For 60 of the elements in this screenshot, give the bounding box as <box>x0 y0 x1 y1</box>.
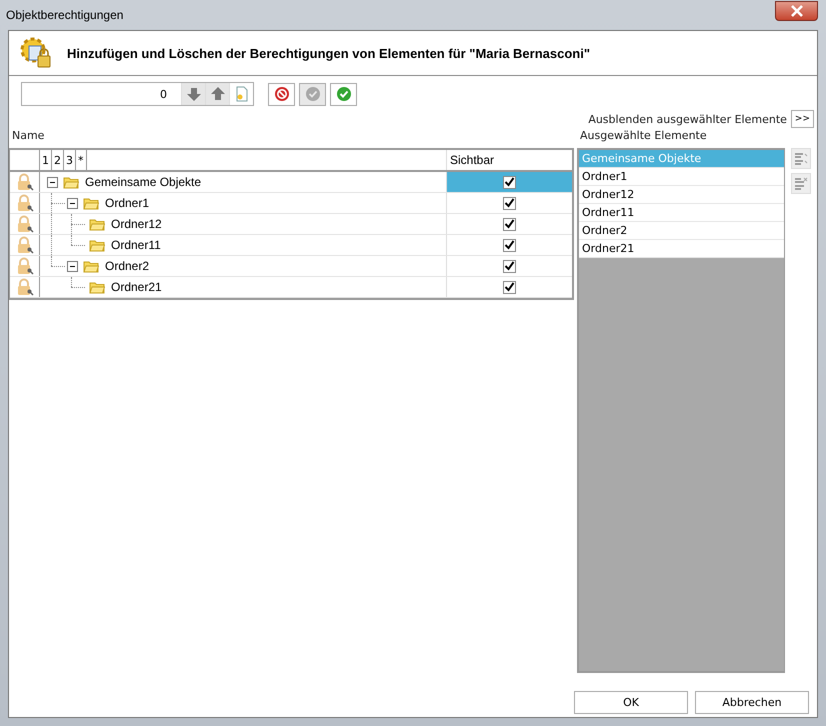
folder-icon <box>83 260 99 272</box>
folder-icon <box>63 176 79 188</box>
table-cell[interactable] <box>447 172 572 192</box>
tree-item[interactable]: Ordner1 <box>105 196 150 210</box>
number-field[interactable]: 0 <box>21 82 254 106</box>
folder-icon <box>89 280 105 294</box>
collapse-toggle[interactable] <box>67 260 78 272</box>
folder-icon <box>89 238 105 252</box>
visible-checkbox[interactable] <box>503 260 516 272</box>
lock-key-icon <box>16 278 34 296</box>
lock-key-icon <box>16 194 34 212</box>
folder-icon <box>83 196 99 210</box>
visible-checkbox[interactable] <box>503 218 516 230</box>
tree-item[interactable]: Gemeinsame Objekte <box>85 175 202 189</box>
visible-checkbox[interactable] <box>503 280 516 294</box>
close-icon <box>790 5 804 17</box>
lock-key-icon <box>16 173 34 191</box>
prohibited-icon <box>274 86 290 102</box>
deny-button[interactable] <box>268 82 295 106</box>
neutral-button[interactable] <box>299 82 326 106</box>
hide-selected-label: Ausblenden ausgewählter Elemente <box>588 112 787 126</box>
visible-checkbox[interactable] <box>503 176 516 188</box>
level-button[interactable]: 2 <box>52 150 64 170</box>
dialog-button[interactable]: OK <box>574 691 688 714</box>
list-item[interactable]: Ordner12 <box>579 186 784 204</box>
folder-icon <box>89 218 105 230</box>
lines-remove-icon <box>794 176 808 190</box>
column-header: Sichtbar <box>449 153 494 167</box>
close-button[interactable] <box>775 1 818 21</box>
check-circle-icon <box>336 86 352 102</box>
lock-key-icon <box>16 236 34 254</box>
list-item[interactable]: Ordner2 <box>579 222 784 240</box>
allow-button[interactable] <box>330 82 357 106</box>
list-item[interactable]: Ordner1 <box>579 168 784 186</box>
tree-item[interactable]: Ordner21 <box>111 280 162 294</box>
list-item[interactable]: Ordner21 <box>579 240 784 258</box>
move-lines-button[interactable] <box>791 148 811 169</box>
visible-checkbox[interactable] <box>503 196 516 210</box>
visible-checkbox[interactable] <box>503 238 516 252</box>
hide-selected-button[interactable]: >> <box>790 110 814 128</box>
check-circle-icon <box>304 86 320 102</box>
list-item[interactable]: Ordner11 <box>579 204 784 222</box>
lock-key-icon <box>16 215 34 233</box>
tree-item[interactable]: Ordner2 <box>105 259 150 273</box>
tree-item[interactable]: Ordner12 <box>111 217 162 231</box>
level-button[interactable]: 1 <box>40 150 52 170</box>
tree-label: Name <box>11 129 46 142</box>
lock-key-icon <box>16 257 34 275</box>
tree-item[interactable]: Ordner11 <box>111 238 161 252</box>
header-title: Hinzufügen und Löschen der Berechtigungen von Elementen für "Maria Bernasconi" <box>67 46 590 60</box>
level-button[interactable]: 3 <box>64 150 76 170</box>
remove-lines-button[interactable] <box>791 173 811 194</box>
window-title: Objektberechtigungen <box>6 8 124 22</box>
collapse-toggle[interactable] <box>67 198 78 208</box>
lines-icon <box>794 152 808 166</box>
selected-list-label: Ausgewählte Elemente <box>579 129 708 142</box>
level-button[interactable]: * <box>76 150 86 170</box>
gear-lock-icon <box>19 36 53 70</box>
collapse-toggle[interactable] <box>47 176 58 188</box>
dialog-button[interactable]: Abbrechen <box>695 691 809 714</box>
